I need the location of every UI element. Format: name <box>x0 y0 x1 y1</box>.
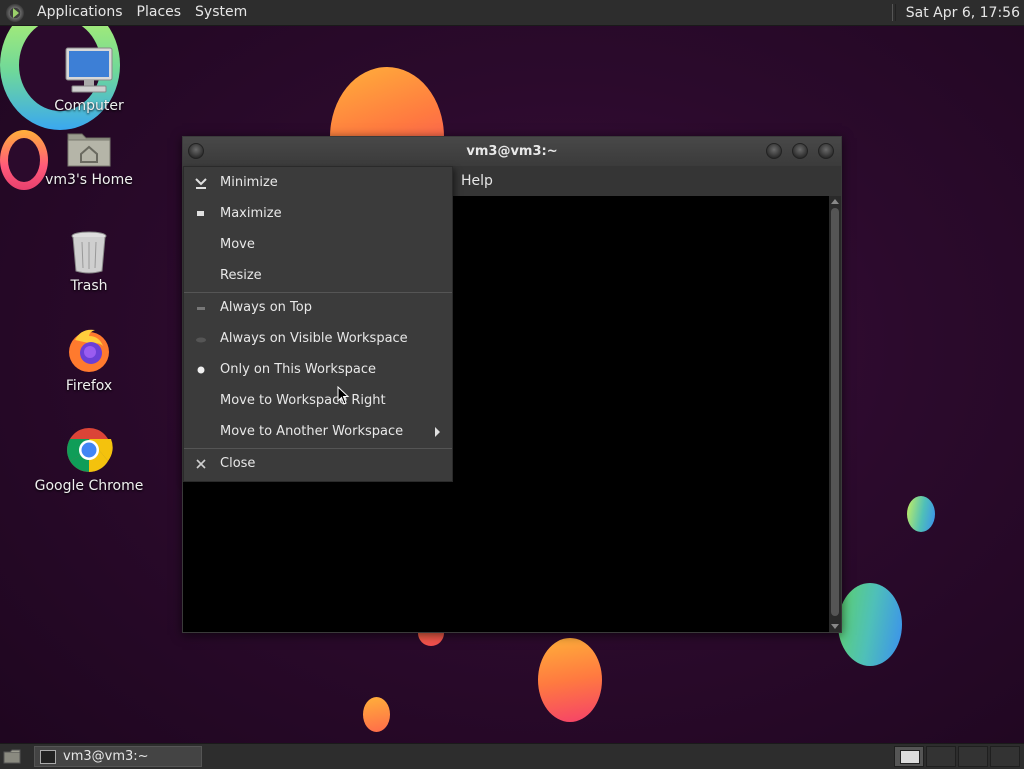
menu-item-close[interactable]: Close <box>184 449 452 480</box>
desktop-icon-label: Trash <box>70 278 108 294</box>
menu-item-only-this-workspace[interactable]: Only on This Workspace <box>184 355 452 386</box>
desktop-icon-chrome[interactable]: Google Chrome <box>34 426 144 494</box>
menu-item-label: Close <box>220 456 256 471</box>
window-context-menu: Minimize Maximize Move Resize Always on … <box>183 166 453 482</box>
desktop-icon-label: vm3's Home <box>45 172 133 188</box>
workspace-3[interactable] <box>958 746 988 767</box>
decor-blue-green-blob-small <box>907 496 935 532</box>
show-desktop-icon[interactable] <box>3 748 21 764</box>
applications-menu[interactable]: Applications <box>30 0 130 25</box>
close-icon <box>196 459 206 469</box>
menu-item-always-on-top[interactable]: Always on Top <box>184 293 452 324</box>
trash-icon <box>71 231 107 274</box>
terminal-icon <box>40 750 56 764</box>
menu-item-label: Resize <box>220 268 262 283</box>
menu-item-label: Move <box>220 237 255 252</box>
menu-item-label: Maximize <box>220 206 282 221</box>
terminal-scrollbar[interactable] <box>829 196 841 632</box>
maximize-button[interactable] <box>792 143 808 159</box>
chrome-icon <box>67 428 113 472</box>
help-menu[interactable]: Help <box>461 173 493 189</box>
menu-item-move-workspace-right[interactable]: Move to Workspace Right <box>184 386 452 417</box>
computer-icon <box>65 47 113 93</box>
home-folder-icon <box>67 133 111 167</box>
menu-item-label: Move to Workspace Right <box>220 393 386 408</box>
clock[interactable]: Sat Apr 6, 17:56 <box>906 5 1024 21</box>
maximize-icon <box>197 211 204 216</box>
workspace-2[interactable] <box>926 746 956 767</box>
menu-item-label: Minimize <box>220 175 278 190</box>
mouse-cursor-icon <box>337 386 350 405</box>
desktop-icon-computer[interactable]: Computer <box>34 46 144 114</box>
menu-item-move-another-workspace[interactable]: Move to Another Workspace <box>184 417 452 448</box>
scroll-thumb[interactable] <box>831 208 839 616</box>
top-panel: Applications Places System Sat Apr 6, 17… <box>0 0 1024 26</box>
desktop-icon-home[interactable]: vm3's Home <box>34 128 144 188</box>
system-menu[interactable]: System <box>188 0 254 25</box>
unchecked-radio-icon <box>196 337 206 343</box>
menu-item-label: Only on This Workspace <box>220 362 376 377</box>
decor-orange-blob-bottom <box>538 638 602 722</box>
submenu-arrow-icon <box>435 427 440 437</box>
menu-item-label: Always on Visible Workspace <box>220 331 408 346</box>
menu-item-maximize[interactable]: Maximize <box>184 199 452 230</box>
scroll-up-arrow-icon[interactable] <box>831 199 839 204</box>
workspace-1[interactable] <box>894 746 924 767</box>
menu-item-always-visible-workspace[interactable]: Always on Visible Workspace <box>184 324 452 355</box>
places-menu[interactable]: Places <box>130 0 189 25</box>
bottom-panel: vm3@vm3:~ <box>0 743 1024 769</box>
taskbar-item-terminal[interactable]: vm3@vm3:~ <box>34 746 202 767</box>
menu-item-label: Move to Another Workspace <box>220 424 404 439</box>
panel-separator <box>891 4 896 21</box>
desktop-icon-label: Google Chrome <box>34 478 144 494</box>
title-bar[interactable]: vm3@vm3:~ <box>183 137 841 166</box>
unchecked-indicator-icon <box>197 307 205 310</box>
scroll-down-arrow-icon[interactable] <box>831 624 839 629</box>
menu-item-label: Always on Top <box>220 300 312 315</box>
desktop-icon-firefox[interactable]: Firefox <box>34 326 144 394</box>
decor-orange-blob-small <box>363 697 390 732</box>
distro-logo-icon[interactable] <box>6 3 24 22</box>
workspace-4[interactable] <box>990 746 1020 767</box>
decor-blue-green-blob <box>838 583 902 666</box>
close-button[interactable] <box>818 143 834 159</box>
window-title: vm3@vm3:~ <box>466 144 558 159</box>
menu-item-minimize[interactable]: Minimize <box>184 168 452 199</box>
desktop-icon-trash[interactable]: Trash <box>34 230 144 294</box>
taskbar-item-label: vm3@vm3:~ <box>63 749 149 764</box>
minimize-button[interactable] <box>766 143 782 159</box>
menu-item-resize[interactable]: Resize <box>184 261 452 292</box>
radio-selected-icon <box>197 366 205 374</box>
menu-item-move[interactable]: Move <box>184 230 452 261</box>
firefox-icon <box>69 329 109 372</box>
desktop-icon-label: Computer <box>54 98 124 114</box>
desktop-icon-label: Firefox <box>65 378 113 394</box>
minimize-icon <box>195 178 207 189</box>
